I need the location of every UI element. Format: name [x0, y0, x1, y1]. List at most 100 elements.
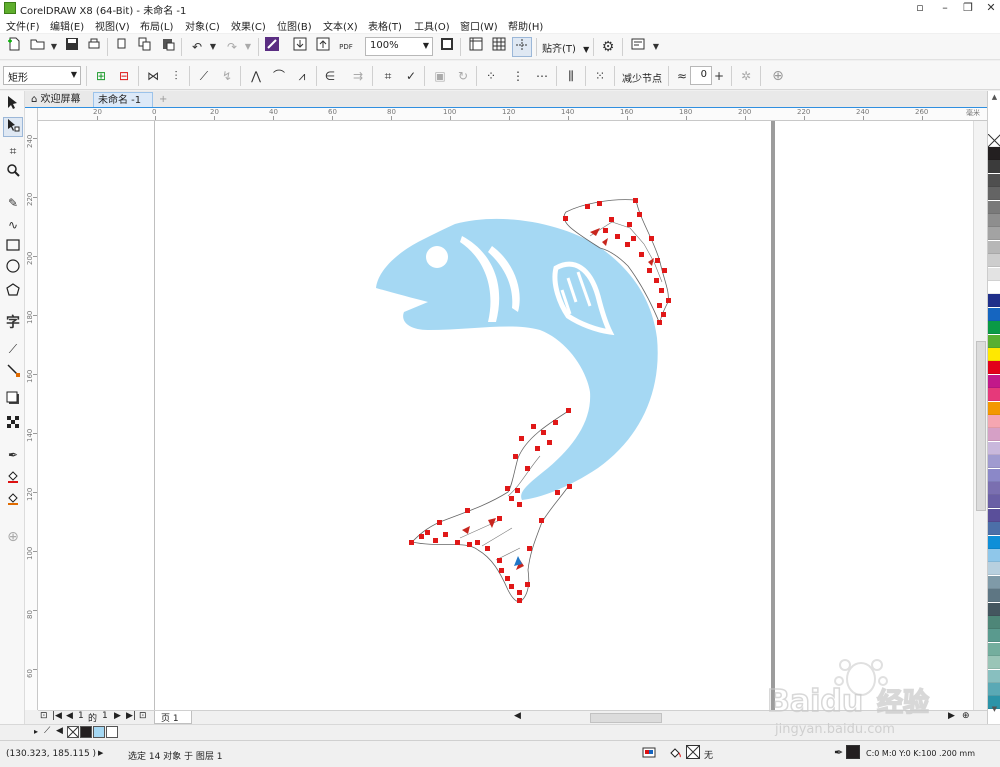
artistic-media-tool-icon[interactable]: ∿: [3, 215, 23, 235]
join-nodes-icon[interactable]: ⋈: [143, 66, 163, 86]
path-node[interactable]: [509, 496, 514, 501]
fill-bucket-icon[interactable]: [668, 746, 682, 763]
path-node[interactable]: [465, 508, 470, 513]
path-node[interactable]: [497, 516, 502, 521]
smart-fill-tool-icon[interactable]: [3, 491, 23, 511]
color-eyedropper-tool-icon[interactable]: ✒: [3, 445, 23, 465]
page-nav-prev-icon[interactable]: ◀: [66, 711, 73, 721]
full-screen-icon[interactable]: [437, 37, 457, 57]
path-node[interactable]: [531, 424, 536, 429]
current-page-number[interactable]: 1: [78, 711, 84, 721]
path-node[interactable]: [631, 236, 636, 241]
vertical-scrollbar[interactable]: [973, 121, 987, 710]
path-node[interactable]: [555, 490, 560, 495]
copy-icon[interactable]: [135, 37, 155, 57]
page-nav-next-icon[interactable]: ▶: [114, 711, 121, 721]
palette-swatch[interactable]: [988, 589, 1000, 603]
add-tool-plus-icon[interactable]: ⊕: [3, 527, 23, 547]
path-node[interactable]: [627, 222, 632, 227]
path-node[interactable]: [455, 540, 460, 545]
undo-dropdown-chevron-icon[interactable]: ▼: [203, 37, 223, 57]
path-node[interactable]: [505, 576, 510, 581]
path-node[interactable]: [625, 242, 630, 247]
path-node[interactable]: [654, 278, 659, 283]
path-node[interactable]: [597, 201, 602, 206]
coordinates-chevron-icon[interactable]: ▶: [98, 749, 103, 757]
add-node-icon[interactable]: ⊞: [91, 66, 111, 86]
connector-tool-icon[interactable]: [3, 363, 23, 383]
publish-pdf-icon[interactable]: PDF: [336, 37, 356, 57]
zoom-tool-icon[interactable]: [3, 163, 23, 183]
path-node[interactable]: [513, 454, 518, 459]
path-node[interactable]: [655, 258, 660, 263]
drawing-canvas[interactable]: [38, 121, 973, 710]
palette-swatch[interactable]: [988, 348, 1000, 361]
palette-swatch[interactable]: [988, 321, 1000, 335]
auto-close-curve-icon[interactable]: ✓: [401, 66, 421, 86]
outline-color-swatch[interactable]: [846, 745, 860, 759]
application-launcher-icon[interactable]: [628, 37, 648, 57]
path-node[interactable]: [637, 212, 642, 217]
smooth-node-icon[interactable]: ⌒: [269, 66, 289, 86]
menu-view[interactable]: 视图(V): [95, 18, 130, 33]
palette-swatch[interactable]: [988, 562, 1000, 576]
menu-bitmaps[interactable]: 位图(B): [277, 18, 312, 33]
reduce-nodes-button[interactable]: 减少节点: [622, 70, 662, 85]
path-node[interactable]: [649, 236, 654, 241]
path-node[interactable]: [585, 204, 590, 209]
shape-tool-icon[interactable]: [3, 117, 23, 137]
paste-icon[interactable]: [158, 37, 178, 57]
palette-swatch[interactable]: [988, 281, 1000, 294]
menu-text[interactable]: 文本(X): [323, 18, 358, 33]
mirror-vertical-icon[interactable]: ⋯: [532, 66, 552, 86]
palette-swatch[interactable]: [988, 629, 1000, 643]
symmetrical-node-icon[interactable]: ⩘: [292, 66, 312, 86]
doc-swatch-light-blue[interactable]: [93, 726, 105, 738]
palette-swatch[interactable]: [988, 200, 1000, 214]
show-guidelines-icon[interactable]: [512, 37, 532, 57]
menu-tools[interactable]: 工具(O): [414, 18, 450, 33]
palette-swatch[interactable]: [988, 254, 1000, 268]
palette-swatch[interactable]: [988, 173, 1000, 187]
path-node[interactable]: [467, 542, 472, 547]
palette-swatch[interactable]: [988, 441, 1000, 455]
path-node[interactable]: [539, 518, 544, 523]
smoothness-slider-plus-icon[interactable]: +: [712, 66, 726, 86]
path-node[interactable]: [409, 540, 414, 545]
new-document-icon[interactable]: [4, 37, 24, 57]
interactive-fill-tool-icon[interactable]: [3, 469, 23, 489]
path-node[interactable]: [541, 430, 546, 435]
show-grid-icon[interactable]: [489, 37, 509, 57]
launcher-chevron-down-icon[interactable]: ▼: [646, 37, 666, 57]
path-node[interactable]: [497, 558, 502, 563]
path-node[interactable]: [519, 436, 524, 441]
delete-node-icon[interactable]: ⊟: [114, 66, 134, 86]
crop-tool-icon[interactable]: ⌗: [3, 141, 23, 161]
shape-type-select[interactable]: 矩形 ▼: [3, 66, 81, 85]
palette-swatch[interactable]: [988, 616, 1000, 629]
palette-scroll-up-icon[interactable]: ▲: [988, 93, 1000, 102]
palette-swatch[interactable]: [988, 147, 1000, 160]
vertical-ruler[interactable]: 240 220 200 180 160 140 120 100 80 60: [25, 108, 38, 710]
freehand-tool-icon[interactable]: ✎: [3, 193, 23, 213]
palette-swatch[interactable]: [988, 669, 1000, 683]
palette-swatch[interactable]: [988, 307, 1000, 321]
search-content-icon[interactable]: [262, 37, 282, 57]
menu-effects[interactable]: 效果(C): [231, 18, 266, 33]
text-tool-icon[interactable]: 字: [3, 313, 23, 333]
import-icon[interactable]: [290, 37, 310, 57]
path-node[interactable]: [419, 534, 424, 539]
ellipse-tool-icon[interactable]: [3, 259, 23, 279]
palette-swatch[interactable]: [988, 455, 1000, 469]
curve-smoothness-input[interactable]: 0: [690, 66, 712, 85]
menu-file[interactable]: 文件(F): [6, 18, 40, 33]
path-node[interactable]: [515, 488, 520, 493]
palette-swatch[interactable]: [988, 535, 1000, 549]
palette-swatch[interactable]: [988, 522, 1000, 536]
palette-swatch[interactable]: [988, 187, 1000, 201]
path-node[interactable]: [566, 408, 571, 413]
path-node[interactable]: [659, 288, 664, 293]
path-node[interactable]: [425, 530, 430, 535]
path-node[interactable]: [499, 568, 504, 573]
menu-object[interactable]: 对象(C): [185, 18, 220, 33]
